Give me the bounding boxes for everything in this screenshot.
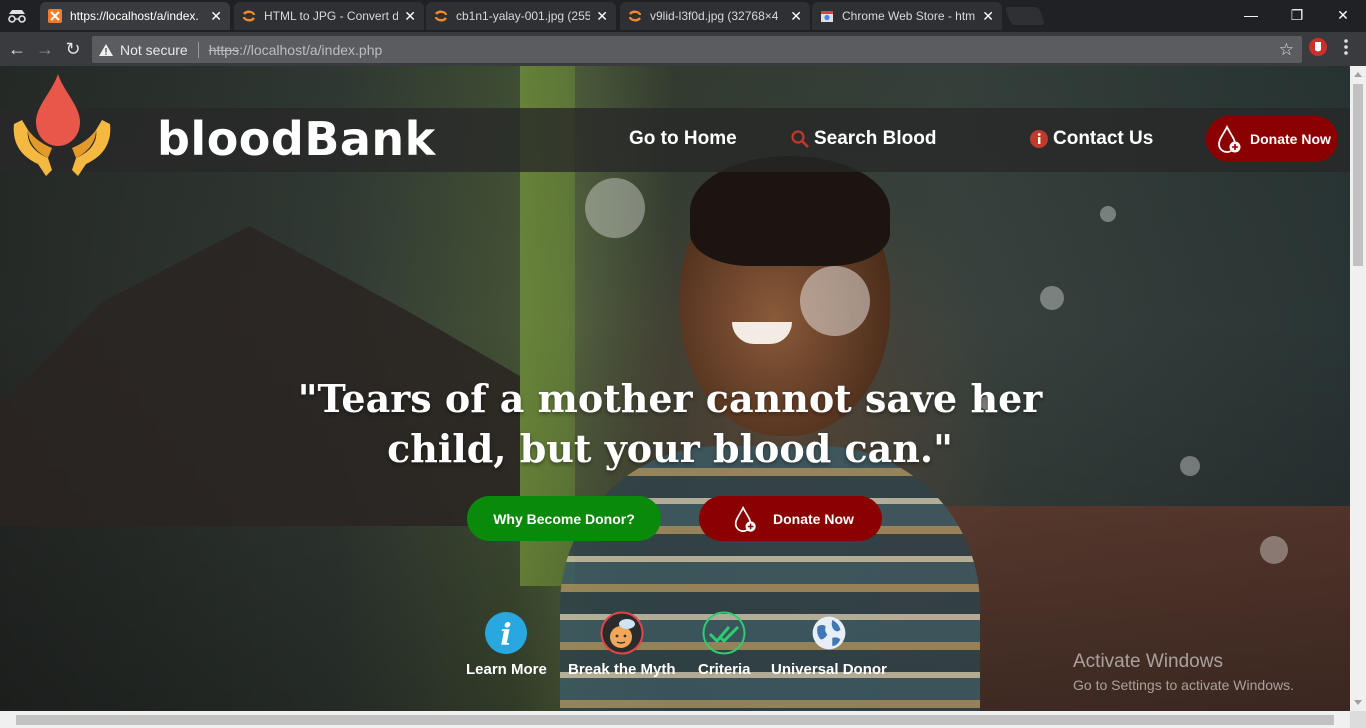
scroll-up-arrow-icon[interactable] <box>1354 72 1362 77</box>
why-become-donor-button[interactable]: Why Become Donor? <box>467 496 661 541</box>
hero-quote-line-2: child, but your blood can." <box>387 426 953 471</box>
address-bar[interactable]: Not secure https://localhost/a/index.php… <box>92 36 1302 63</box>
close-tab-icon[interactable]: ✕ <box>790 9 802 23</box>
close-tab-icon[interactable]: ✕ <box>404 9 416 23</box>
rain-bokeh <box>585 178 645 238</box>
rain-bokeh <box>1180 456 1200 476</box>
feature-label: Break the Myth <box>568 661 676 678</box>
activate-windows-subtitle: Go to Settings to activate Windows. <box>1073 677 1294 693</box>
close-window-button[interactable]: ✕ <box>1320 0 1366 30</box>
incognito-icon <box>8 10 26 23</box>
site-brand[interactable]: bloodBank <box>157 112 436 166</box>
nav-donate-label: Donate Now <box>1250 131 1331 147</box>
back-button[interactable]: ← <box>6 38 28 60</box>
tab-title: cb1n1-yalay-001.jpg (255 <box>456 9 591 23</box>
rain-bokeh <box>1260 536 1288 564</box>
double-check-icon <box>702 611 746 655</box>
feature-label: Criteria <box>698 661 751 678</box>
myth-face-icon <box>600 611 644 655</box>
hero-donate-now-button[interactable]: Donate Now <box>699 496 882 541</box>
horizontal-scroll-thumb[interactable] <box>16 715 1334 725</box>
nav-go-to-home[interactable]: Go to Home <box>629 128 737 150</box>
extension-shield-icon[interactable] <box>1308 37 1328 57</box>
warning-icon <box>99 43 113 56</box>
nav-search-label: Search Blood <box>814 128 937 149</box>
url-scheme: https <box>208 41 240 58</box>
search-icon <box>791 130 809 148</box>
why-button-label: Why Become Donor? <box>493 510 635 527</box>
new-tab-button[interactable] <box>1004 7 1046 25</box>
blood-drop-plus-icon <box>734 505 756 532</box>
feature-learn-more[interactable]: i Learn More <box>466 611 547 678</box>
tab-strip: https://localhost/a/index. ✕ HTML to JPG… <box>0 0 1366 32</box>
swirl-icon <box>628 10 642 22</box>
browser-toolbar: ← → ↻ Not secure https://localhost/a/ind… <box>0 32 1366 66</box>
close-tab-icon[interactable]: ✕ <box>210 9 222 23</box>
reload-button[interactable]: ↻ <box>62 38 84 60</box>
restore-button[interactable]: ❐ <box>1274 0 1320 30</box>
horizontal-scrollbar[interactable] <box>0 711 1350 728</box>
url-rest: ://localhost/a/index.php <box>239 41 383 58</box>
rain-bokeh <box>1040 286 1064 310</box>
bookmark-star-icon[interactable]: ☆ <box>1279 40 1294 60</box>
browser-menu-icon[interactable] <box>1343 38 1349 56</box>
security-label: Not secure <box>120 41 188 58</box>
vertical-scrollbar[interactable] <box>1350 66 1366 711</box>
scroll-down-arrow-icon[interactable] <box>1354 700 1362 705</box>
blood-drop-hands-logo[interactable] <box>12 72 112 180</box>
tab-v9lid[interactable]: v9lid-l3f0d.jpg (32768×4 ✕ <box>620 2 810 30</box>
svg-text:i: i <box>501 618 512 653</box>
tab-title: v9lid-l3f0d.jpg (32768×4 <box>650 9 779 23</box>
tab-cb1n1[interactable]: cb1n1-yalay-001.jpg (255 ✕ <box>426 2 616 30</box>
omnibox-divider <box>197 41 199 58</box>
forward-button[interactable]: → <box>34 38 56 60</box>
hero-donate-label: Donate Now <box>773 510 854 527</box>
nav-home-label: Go to Home <box>629 128 737 149</box>
close-tab-icon[interactable]: ✕ <box>982 9 994 23</box>
feature-criteria[interactable]: Criteria <box>698 611 751 678</box>
nav-search-blood[interactable]: Search Blood <box>790 128 936 150</box>
rain-bokeh <box>1100 206 1116 222</box>
info-circle-icon <box>1030 130 1048 148</box>
swirl-icon <box>242 10 256 22</box>
minimize-button[interactable]: — <box>1228 0 1274 30</box>
nav-contact-label: Contact Us <box>1053 128 1154 149</box>
feature-universal-donor[interactable]: Universal Donor <box>771 611 887 678</box>
blood-drop-plus-icon <box>1218 124 1241 153</box>
feature-label: Learn More <box>466 661 547 678</box>
scrollbar-corner <box>1350 711 1366 728</box>
tab-title: HTML to JPG - Convert d <box>264 9 399 23</box>
feature-break-the-myth[interactable]: Break the Myth <box>568 611 676 678</box>
globe-icon <box>812 616 846 650</box>
vertical-scroll-thumb[interactable] <box>1353 84 1363 266</box>
xampp-icon <box>48 9 62 23</box>
page-viewport: bloodBank Go to Home Search Blood Contac… <box>0 66 1350 711</box>
tab-localhost[interactable]: https://localhost/a/index. ✕ <box>40 2 230 30</box>
webstore-icon <box>821 11 833 22</box>
swirl-icon <box>434 10 448 22</box>
nav-donate-now-button[interactable]: Donate Now <box>1206 116 1338 162</box>
feature-label: Universal Donor <box>771 661 887 678</box>
rain-bokeh <box>800 266 870 336</box>
activate-windows-watermark: Activate Windows Go to Settings to activ… <box>1073 651 1294 693</box>
activate-windows-title: Activate Windows <box>1073 651 1223 672</box>
tab-title: Chrome Web Store - htm <box>842 9 976 23</box>
boy-hair <box>690 156 890 266</box>
info-icon: i <box>485 612 528 654</box>
close-tab-icon[interactable]: ✕ <box>596 9 608 23</box>
hero-quote: "Tears of a mother cannot save her child… <box>270 374 1070 474</box>
hero-quote-line-1: "Tears of a mother cannot save her <box>297 376 1043 421</box>
tab-title: https://localhost/a/index. <box>70 9 199 23</box>
nav-contact-us[interactable]: Contact Us <box>1029 128 1153 150</box>
tab-html-to-jpg[interactable]: HTML to JPG - Convert d ✕ <box>234 2 424 30</box>
tab-chrome-web-store[interactable]: Chrome Web Store - htm ✕ <box>812 2 1002 30</box>
